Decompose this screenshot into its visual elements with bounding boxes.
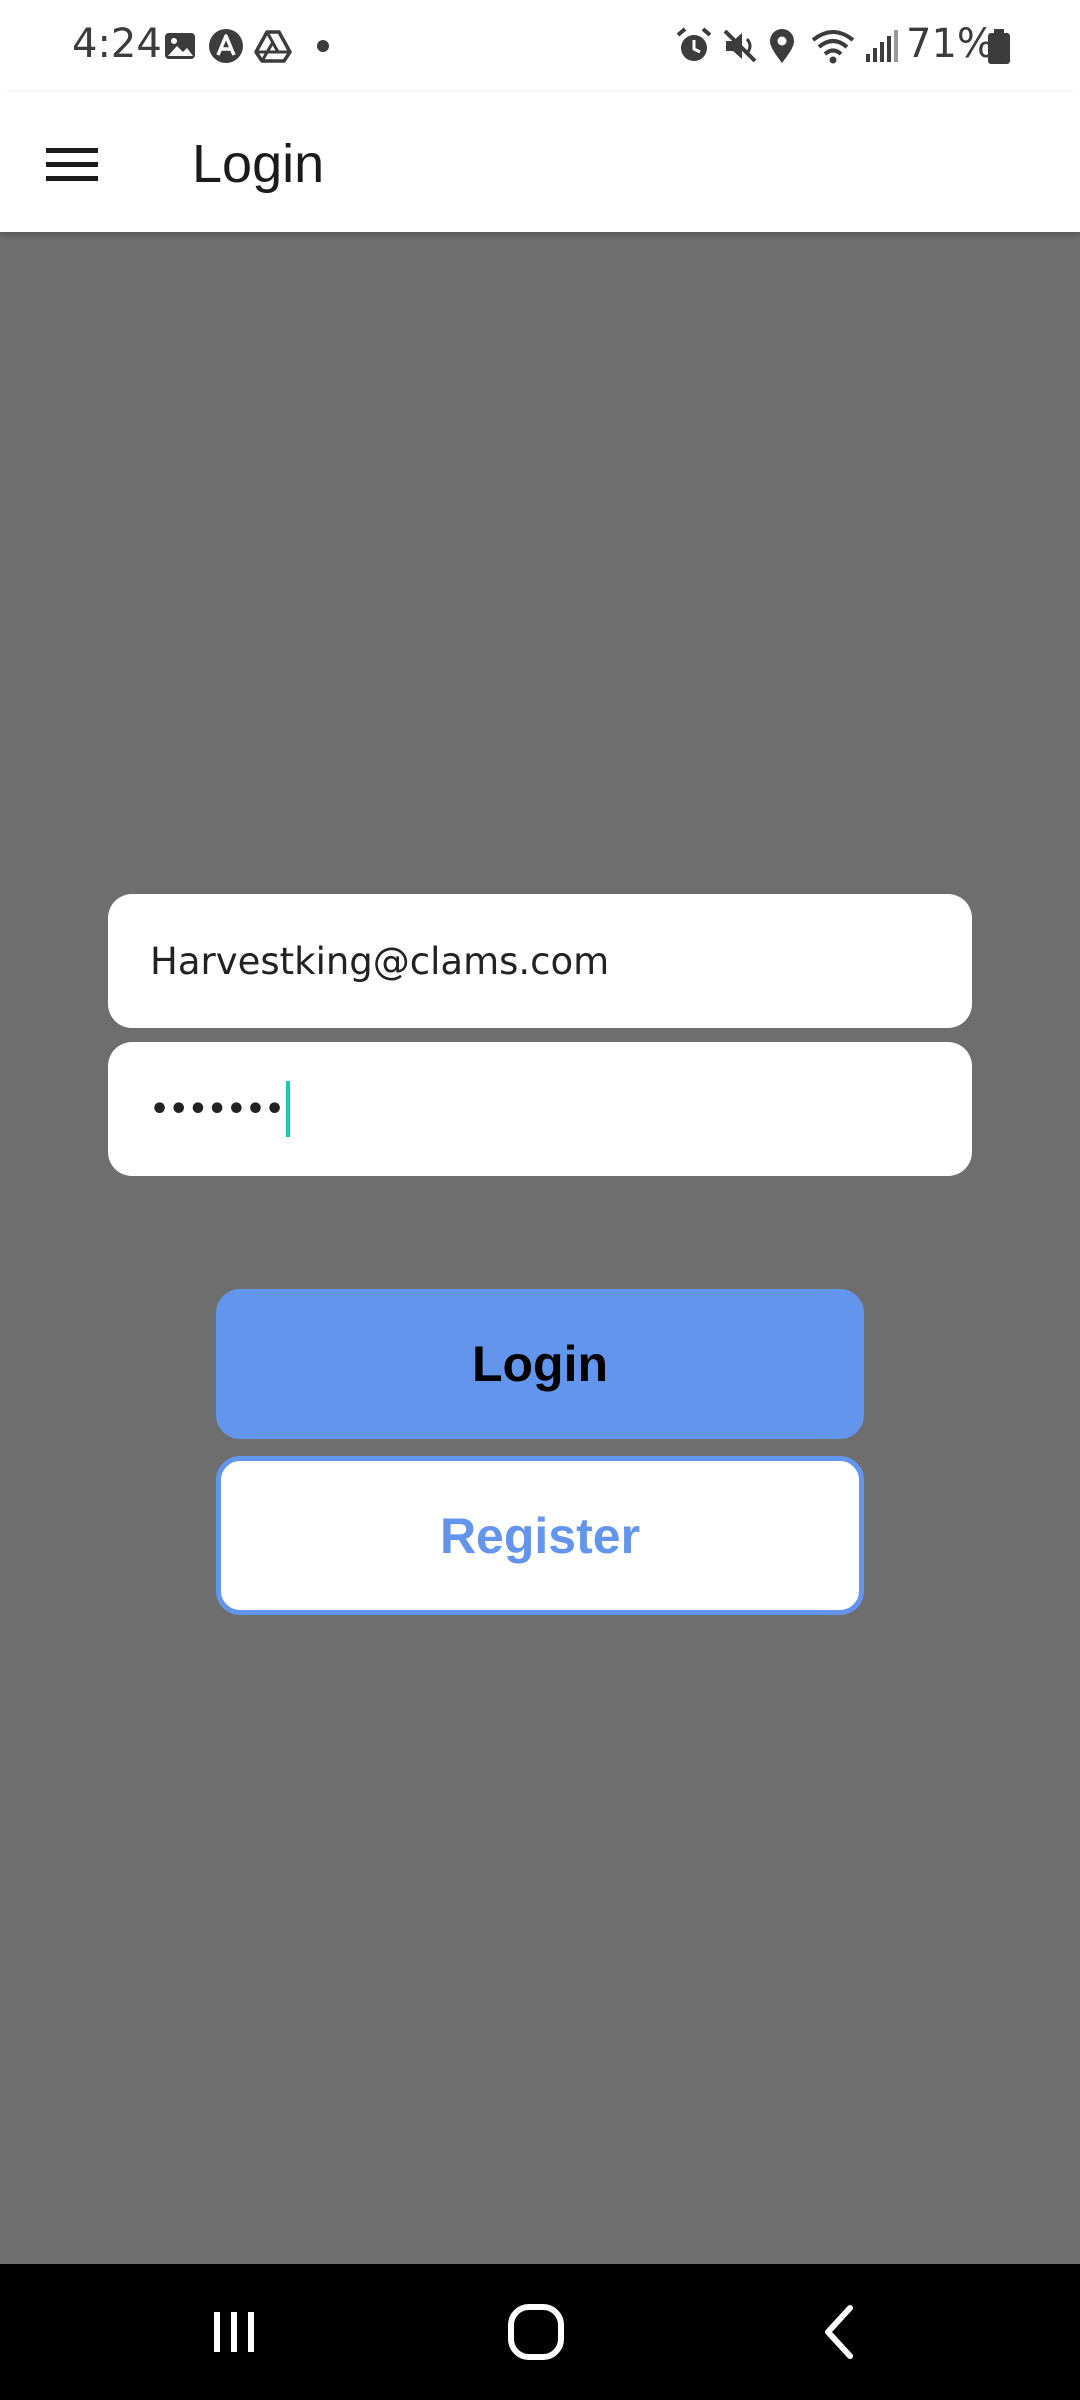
app-bar: Login (0, 92, 1080, 232)
alarm-icon (674, 26, 714, 66)
gallery-icon (160, 26, 200, 66)
status-bar: 4:24 71% (0, 0, 1080, 92)
page-title: Login (192, 134, 325, 194)
location-icon (762, 26, 802, 66)
password-value: ••••••• (150, 1091, 285, 1127)
home-icon[interactable] (496, 2292, 576, 2372)
back-icon[interactable] (800, 2292, 880, 2372)
text-cursor (286, 1081, 291, 1137)
register-button[interactable]: Register (216, 1456, 864, 1615)
status-time: 4:24 (72, 21, 162, 67)
email-value: Harvestking@clams.com (150, 939, 610, 983)
login-button[interactable]: Login (216, 1289, 864, 1439)
app-a-icon (206, 26, 246, 66)
mute-icon (720, 26, 760, 66)
email-field[interactable]: Harvestking@clams.com (108, 894, 972, 1028)
battery-icon (984, 26, 1014, 66)
hamburger-menu-icon[interactable] (36, 128, 108, 200)
dot-icon (303, 26, 343, 66)
drive-icon (253, 26, 293, 66)
recent-apps-icon[interactable] (194, 2292, 274, 2372)
signal-icon (860, 26, 900, 66)
wifi-icon (810, 26, 856, 66)
navigation-bar (0, 2264, 1080, 2400)
password-field[interactable]: ••••••• (108, 1042, 972, 1176)
battery-percentage: 71% (906, 21, 995, 67)
